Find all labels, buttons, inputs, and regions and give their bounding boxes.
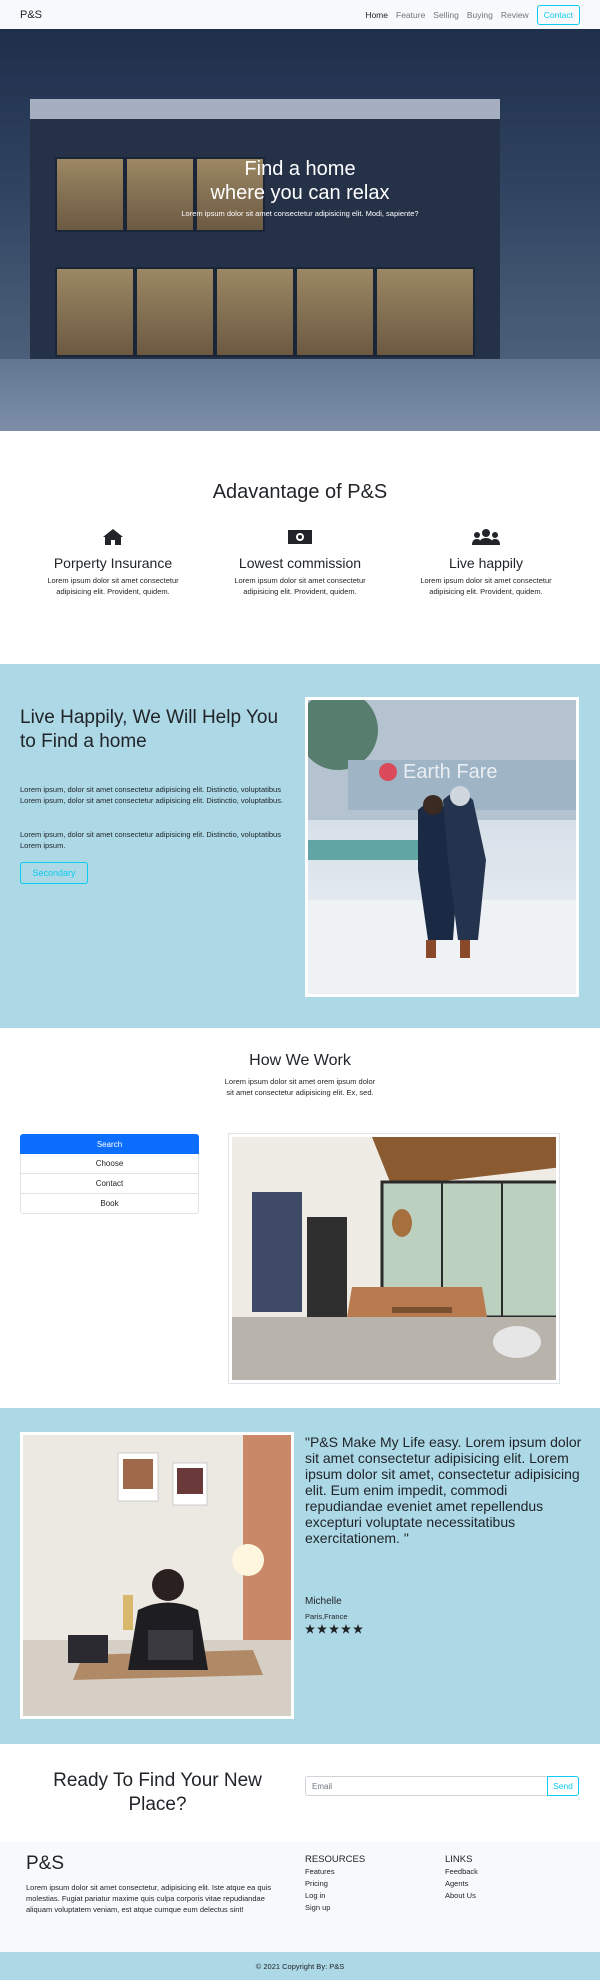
testimonial-location: Paris,France bbox=[305, 1612, 348, 1621]
couple-photo: Earth Fare bbox=[305, 697, 579, 997]
email-field[interactable]: Email bbox=[305, 1776, 548, 1796]
nav-link-feature[interactable]: Feature bbox=[396, 10, 425, 20]
send-button[interactable]: Send bbox=[547, 1776, 579, 1796]
footer-link-features[interactable]: Features bbox=[305, 1866, 365, 1878]
footer-text: Lorem ipsum dolor sit amet consectetur, … bbox=[26, 1883, 272, 1914]
footer-heading: LINKS bbox=[445, 1854, 473, 1865]
earth-fare-sign: Earth Fare bbox=[403, 761, 497, 783]
footer-link-agents[interactable]: Agents bbox=[445, 1878, 478, 1890]
star-icon bbox=[329, 1624, 339, 1634]
advantage-item: Live happily Lorem ipsum dolor sit amet … bbox=[406, 527, 566, 597]
star-icon bbox=[317, 1624, 327, 1634]
live-happily-section: Live Happily, We Will Help You to Find a… bbox=[0, 664, 600, 1028]
live-title: Live Happily, We Will Help You to Find a… bbox=[20, 707, 279, 752]
live-paragraph: Lorem ipsum, dolor sit amet consectetur … bbox=[20, 830, 281, 850]
advantage-text: Lorem ipsum dolor sit amet consectetur a… bbox=[420, 576, 552, 596]
nav-link-home[interactable]: Home bbox=[365, 10, 388, 20]
secondary-button[interactable]: Secondary bbox=[20, 862, 88, 884]
hero-title-line2: where you can relax bbox=[210, 182, 390, 204]
list-item-book[interactable]: Book bbox=[20, 1194, 199, 1214]
copyright-bar: © 2021 Copyright By: P&S bbox=[0, 1952, 600, 1980]
footer-link-feedback[interactable]: Feedback bbox=[445, 1866, 478, 1878]
footer-link-signup[interactable]: Sign up bbox=[305, 1902, 365, 1914]
hero-text: Find a home where you can relax Lorem ip… bbox=[0, 157, 600, 218]
hero-subtitle: Lorem ipsum dolor sit amet consectetur a… bbox=[181, 209, 419, 218]
brand-logo[interactable]: P&S bbox=[20, 9, 42, 21]
footer-link-about[interactable]: About Us bbox=[445, 1890, 478, 1902]
footer-brand: P&S bbox=[26, 1853, 65, 1874]
ready-title: Ready To Find Your New Place? bbox=[53, 1770, 262, 1815]
testimonial-name: Michelle bbox=[305, 1596, 342, 1607]
how-subtitle: Lorem ipsum dolor sit amet orem ipsum do… bbox=[224, 1077, 376, 1097]
advantage-item: Porperty Insurance Lorem ipsum dolor sit… bbox=[33, 527, 193, 597]
list-item-search[interactable]: Search bbox=[20, 1134, 199, 1154]
star-icon bbox=[341, 1624, 351, 1634]
testimonial-section: "P&S Make My Life easy. Lorem ipsum dolo… bbox=[0, 1408, 600, 1744]
money-bill-icon bbox=[220, 527, 380, 547]
hero-banner: Find a home where you can relax Lorem ip… bbox=[0, 29, 600, 431]
users-icon bbox=[406, 527, 566, 547]
interior-photo bbox=[229, 1134, 559, 1383]
footer-link-pricing[interactable]: Pricing bbox=[305, 1878, 365, 1890]
advantage-text: Lorem ipsum dolor sit amet consectetur a… bbox=[47, 576, 179, 596]
woman-laptop-photo bbox=[20, 1432, 294, 1719]
star-icon bbox=[305, 1624, 315, 1634]
home-icon bbox=[33, 527, 193, 547]
footer-heading: RESOURCES bbox=[305, 1854, 366, 1865]
nav-links: Home Feature Selling Buying Review Conta… bbox=[357, 4, 580, 25]
advantage-heading: Lowest commission bbox=[238, 555, 362, 571]
how-title: How We Work bbox=[249, 1052, 351, 1069]
advantage-heading: Live happily bbox=[449, 555, 523, 571]
hero-title-line1: Find a home bbox=[244, 158, 356, 180]
advantage-item: Lowest commission Lorem ipsum dolor sit … bbox=[220, 527, 380, 597]
nav-link-selling[interactable]: Selling bbox=[433, 10, 459, 20]
how-list: Search Choose Contact Book bbox=[20, 1134, 199, 1214]
list-item-contact[interactable]: Contact bbox=[20, 1174, 199, 1194]
advantage-title: Adavantage of P&S bbox=[212, 481, 388, 503]
advantage-text: Lorem ipsum dolor sit amet consectetur a… bbox=[234, 576, 366, 596]
navbar: P&S Home Feature Selling Buying Review C… bbox=[0, 0, 600, 29]
contact-button[interactable]: Contact bbox=[536, 4, 580, 25]
testimonial-quote: "P&S Make My Life easy. Lorem ipsum dolo… bbox=[305, 1434, 582, 1546]
footer-resources: RESOURCES Features Pricing Log in Sign u… bbox=[305, 1854, 365, 1914]
live-paragraph: Lorem ipsum, dolor sit amet consectetur … bbox=[20, 785, 284, 805]
rating-stars bbox=[305, 1624, 363, 1634]
advantage-heading: Porperty Insurance bbox=[53, 555, 173, 571]
list-item-choose[interactable]: Choose bbox=[20, 1154, 199, 1174]
nav-link-buying[interactable]: Buying bbox=[467, 10, 493, 20]
nav-link-review[interactable]: Review bbox=[501, 10, 529, 20]
footer-link-login[interactable]: Log in bbox=[305, 1890, 365, 1902]
footer: P&S Lorem ipsum dolor sit amet consectet… bbox=[0, 1842, 600, 1952]
star-icon bbox=[353, 1624, 363, 1634]
footer-links: LINKS Feedback Agents About Us bbox=[445, 1854, 478, 1902]
hero-overlay bbox=[0, 29, 600, 431]
